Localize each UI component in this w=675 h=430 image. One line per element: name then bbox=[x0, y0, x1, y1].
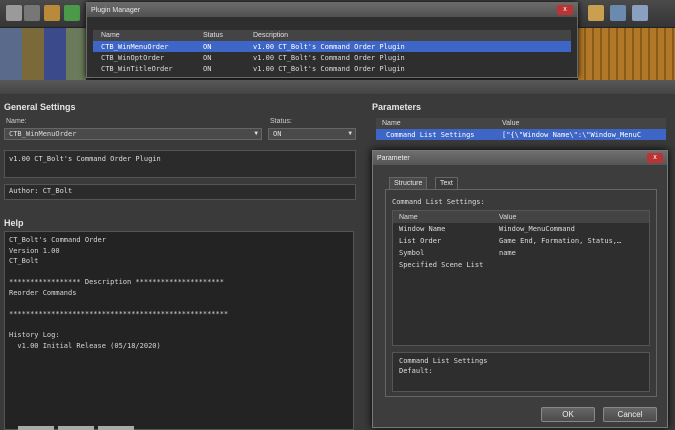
name-select-value: CTB_WinMenuOrder bbox=[9, 130, 77, 138]
parameters-list: Name Value Command List Settings ["{\"Wi… bbox=[376, 118, 666, 140]
tile bbox=[0, 28, 22, 80]
help-line: ***************** Description **********… bbox=[9, 278, 224, 287]
description-default: Default: bbox=[399, 367, 433, 375]
plugin-description: v1.00 CT_Bolt's Command Order Plugin bbox=[253, 42, 405, 51]
struct-table-header: Name Value bbox=[393, 211, 649, 223]
name-label: Name: bbox=[6, 118, 27, 125]
toolbar-icon[interactable] bbox=[24, 5, 40, 21]
structure-panel: Command List Settings: Name Value Window… bbox=[385, 189, 657, 397]
parameter-dialog-titlebar[interactable]: Parameter bbox=[373, 151, 667, 165]
tab-text[interactable]: Text bbox=[435, 177, 458, 189]
tile bbox=[66, 28, 86, 80]
help-title: Help bbox=[4, 218, 24, 228]
plugin-name: CTB_WinOptOrder bbox=[101, 53, 165, 62]
column-header[interactable]: Value bbox=[499, 214, 649, 221]
struct-name: Window Name bbox=[399, 225, 446, 233]
column-header[interactable]: Name bbox=[393, 214, 499, 221]
plugin-list-header: Name Status Description bbox=[93, 30, 571, 41]
chevron-down-icon: ▼ bbox=[254, 130, 258, 137]
close-button[interactable]: x bbox=[647, 153, 663, 163]
struct-row[interactable]: List Order Game End, Formation, Status,… bbox=[393, 235, 649, 247]
description-field[interactable]: v1.00 CT_Bolt's Command Order Plugin bbox=[4, 150, 356, 178]
tile bbox=[44, 28, 66, 80]
parameter-description: Command List Settings Default: bbox=[392, 352, 650, 392]
help-line: CT_Bolt's Command Order bbox=[9, 236, 106, 244]
plugin-row[interactable]: CTB_WinMenuOrder ON v1.00 CT_Bolt's Comm… bbox=[93, 41, 571, 52]
plugin-description: v1.00 CT_Bolt's Command Order Plugin bbox=[253, 53, 405, 62]
struct-name: List Order bbox=[399, 237, 442, 245]
tile bbox=[578, 28, 675, 80]
toolbar-icon[interactable] bbox=[6, 5, 22, 21]
plugin-description: v1.00 CT_Bolt's Command Order Plugin bbox=[253, 64, 405, 73]
help-text[interactable]: CT_Bolt's Command Order Version 1.00 CT_… bbox=[4, 231, 354, 430]
parameters-header: Name Value bbox=[376, 118, 666, 129]
status-select[interactable]: ON ▼ bbox=[268, 128, 356, 140]
help-line: History Log: bbox=[9, 331, 60, 340]
folder-icon[interactable] bbox=[44, 5, 60, 21]
status-label: Status: bbox=[270, 118, 292, 125]
ok-button[interactable]: OK bbox=[541, 407, 595, 422]
parameters-title: Parameters bbox=[372, 102, 422, 112]
column-header[interactable]: Value bbox=[502, 120, 666, 127]
help-line bbox=[9, 321, 349, 332]
plugin-manager-window: Plugin Manager x Name Status Description… bbox=[86, 2, 578, 78]
column-header[interactable]: Name bbox=[376, 120, 502, 127]
bottom-tab[interactable] bbox=[58, 426, 94, 430]
column-header[interactable]: Status bbox=[203, 32, 253, 39]
general-settings-panel: General Settings Name: CTB_WinMenuOrder … bbox=[0, 96, 362, 208]
status-select-value: ON bbox=[273, 130, 282, 138]
struct-row[interactable]: Symbol name bbox=[393, 247, 649, 259]
struct-row[interactable]: Window Name Window_MenuCommand bbox=[393, 223, 649, 235]
plugin-status: ON bbox=[203, 53, 212, 62]
plugin-status: ON bbox=[203, 64, 212, 73]
description-title: Command List Settings bbox=[399, 357, 488, 365]
command-list-label: Command List Settings: bbox=[392, 198, 485, 206]
tile bbox=[22, 28, 44, 80]
toolbar-icon[interactable] bbox=[588, 5, 604, 21]
toolbar-icon[interactable] bbox=[610, 5, 626, 21]
help-line bbox=[9, 300, 349, 311]
struct-value: Window_MenuCommand bbox=[499, 225, 575, 233]
plugin-name: CTB_WinMenuOrder bbox=[101, 42, 169, 51]
cancel-button[interactable]: Cancel bbox=[603, 407, 657, 422]
help-line: Reorder Commands bbox=[9, 288, 77, 297]
struct-value: name bbox=[499, 249, 516, 257]
column-header[interactable]: Description bbox=[253, 32, 571, 39]
help-line: v1.00 Initial Release (05/18/2020) bbox=[9, 341, 161, 350]
plugin-manager-titlebar[interactable]: Plugin Manager bbox=[87, 3, 577, 17]
plugin-manager-title: Plugin Manager bbox=[91, 6, 141, 14]
toolbar-icon[interactable] bbox=[64, 5, 80, 21]
parameter-name: Command List Settings bbox=[386, 130, 475, 139]
bottom-tab[interactable] bbox=[18, 426, 54, 430]
plugin-list: Name Status Description CTB_WinMenuOrder… bbox=[93, 30, 571, 74]
struct-name: Specified Scene List bbox=[399, 261, 484, 269]
general-settings-title: General Settings bbox=[4, 102, 76, 112]
struct-row[interactable]: Specified Scene List bbox=[393, 259, 649, 271]
plugin-status: ON bbox=[203, 42, 212, 51]
bottom-tab[interactable] bbox=[98, 426, 134, 430]
parameter-value: ["{\"Window Name\":\"Window_MenuC bbox=[502, 130, 642, 139]
parameter-row[interactable]: Command List Settings ["{\"Window Name\"… bbox=[376, 129, 666, 140]
help-line bbox=[9, 268, 349, 279]
help-line: ****************************************… bbox=[9, 310, 229, 319]
plugin-row[interactable]: CTB_WinTitleOrder ON v1.00 CT_Bolt's Com… bbox=[93, 63, 571, 74]
parameter-dialog-title: Parameter bbox=[377, 154, 410, 162]
toolbar-icon[interactable] bbox=[632, 5, 648, 21]
struct-table: Name Value Window Name Window_MenuComman… bbox=[392, 210, 650, 346]
author-field[interactable]: Author: CT_Bolt bbox=[4, 184, 356, 200]
tab-structure[interactable]: Structure bbox=[389, 177, 428, 189]
parameter-dialog: Parameter x Structure Text Command List … bbox=[372, 150, 668, 428]
close-button[interactable]: x bbox=[557, 5, 573, 15]
help-line: Version 1.00 bbox=[9, 246, 60, 255]
name-select[interactable]: CTB_WinMenuOrder ▼ bbox=[4, 128, 262, 140]
column-header[interactable]: Name bbox=[93, 32, 203, 39]
help-line: CT_Bolt bbox=[9, 257, 39, 266]
struct-name: Symbol bbox=[399, 249, 425, 257]
plugin-name: CTB_WinTitleOrder bbox=[101, 64, 173, 73]
plugin-row[interactable]: CTB_WinOptOrder ON v1.00 CT_Bolt's Comma… bbox=[93, 52, 571, 63]
plugin-edit-titlebar[interactable] bbox=[0, 80, 675, 94]
struct-value: Game End, Formation, Status,… bbox=[499, 237, 622, 245]
chevron-down-icon: ▼ bbox=[348, 130, 352, 137]
